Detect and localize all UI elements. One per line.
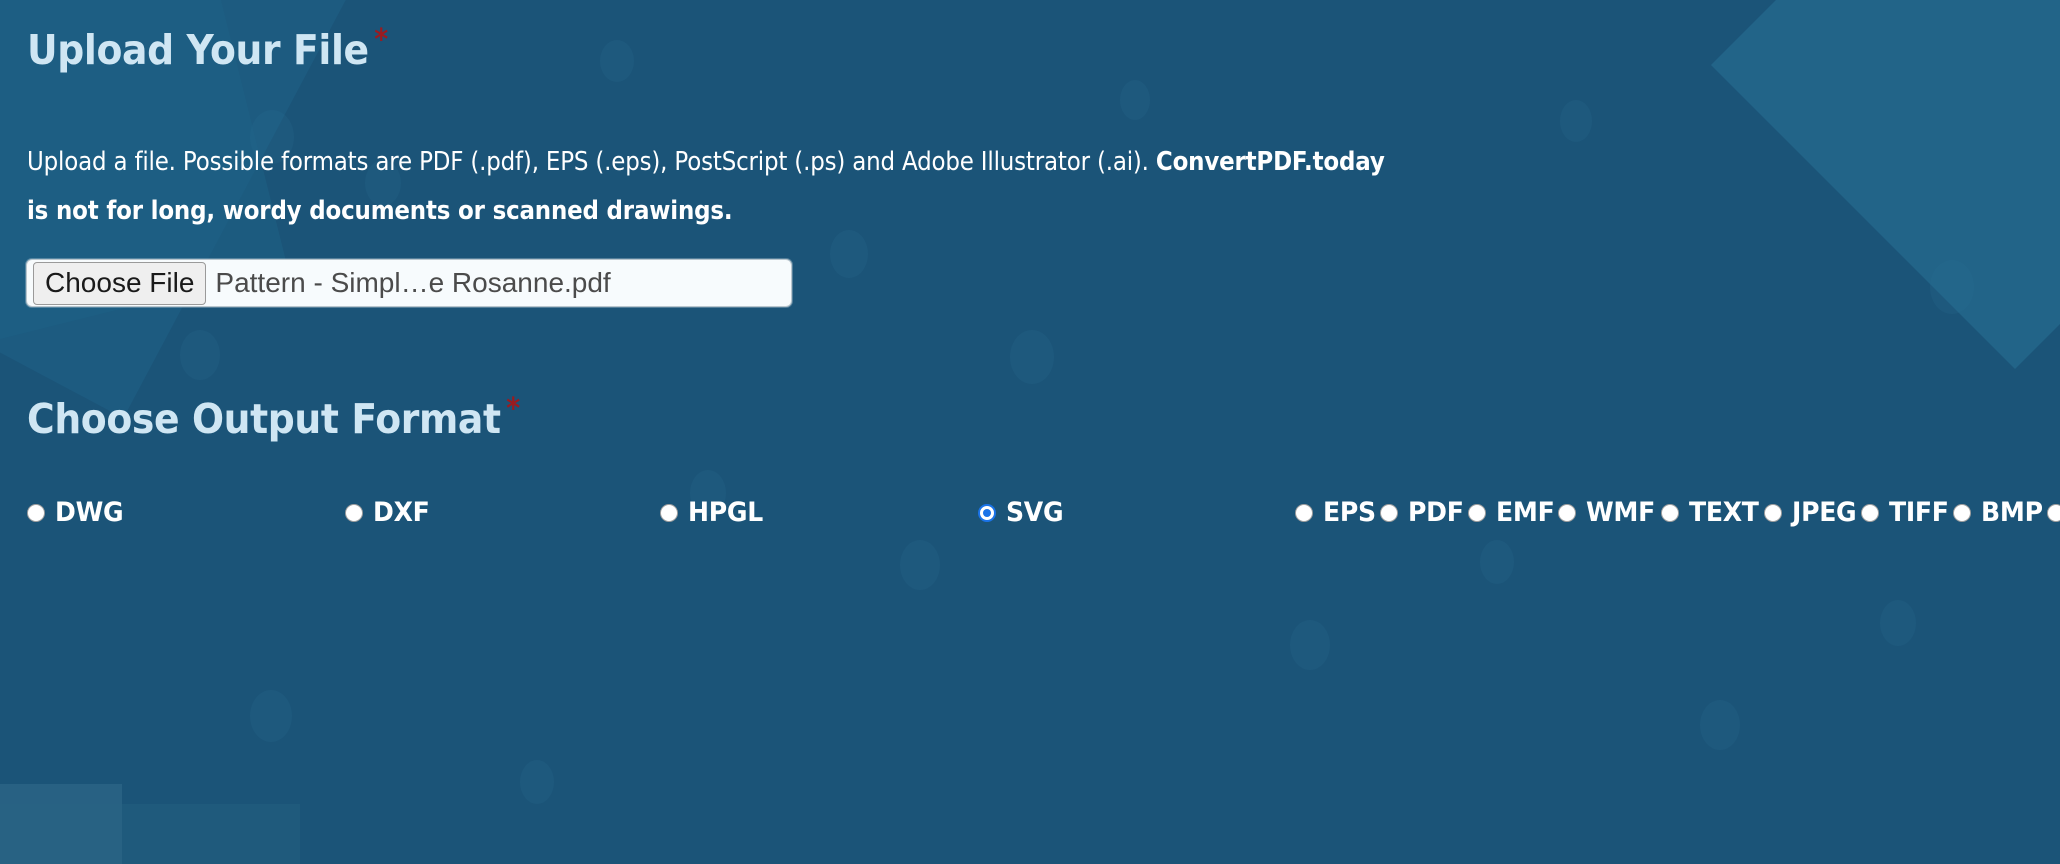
radio-button-icon[interactable] [1295,503,1313,522]
selected-file-name: Pattern - Simpl…e Rosanne.pdf [215,267,611,298]
radio-button-icon[interactable] [1660,503,1679,522]
radio-option-tiff[interactable]: TIFF [1860,488,1953,537]
background-blob [520,760,554,804]
radio-option-label: WMF [1586,497,1656,528]
radio-option-wmf[interactable]: WMF [1558,488,1660,537]
background-blob [830,230,868,278]
upload-section-title: Upload Your File * [27,25,388,71]
radio-button-icon[interactable] [1763,503,1782,522]
radio-button-icon[interactable] [978,503,996,522]
radio-button-icon[interactable] [660,503,678,522]
background-polygon-right [1710,0,2060,370]
background-blob [900,540,940,590]
upload-section-title-text: Upload Your File [27,26,369,74]
radio-option-label: TEXT [1688,497,1759,528]
radio-option-label: HPGL [688,497,763,528]
radio-option-label: BMP [1980,497,2043,528]
radio-option-label: DWG [55,497,124,528]
radio-option-label: DXF [373,497,430,528]
background-blob [600,40,634,82]
radio-option-dwg[interactable]: DWG [27,488,345,537]
radio-option-hpgl[interactable]: HPGL [660,488,978,537]
radio-option-dxf[interactable]: DXF [345,488,660,537]
radio-option-label: TIFF [1888,497,1949,528]
radio-button-icon[interactable] [1952,503,1971,522]
radio-button-icon[interactable] [1379,503,1398,522]
background-polygon-bottom-left [0,784,122,864]
file-upload-input[interactable]: Choose File Pattern - Simpl…e Rosanne.pd… [26,259,792,307]
format-section-title-text: Choose Output Format [27,395,501,443]
radio-button-icon[interactable] [1860,503,1879,522]
radio-button-icon[interactable] [27,503,45,522]
background-blob [1120,80,1150,120]
radio-option-label: SVG [1006,497,1064,528]
radio-option-svg[interactable]: SVG [978,488,1295,537]
radio-option-png[interactable]: PNG [2047,488,2060,537]
upload-description-plain: Upload a file. Possible formats are PDF … [27,147,1156,177]
radio-option-eps[interactable]: EPS [1295,488,1380,537]
background-blob [1930,260,1974,314]
required-asterisk: * [374,22,388,57]
background-blob [180,330,220,380]
output-format-radio-group: DWG DXF HPGL SVG EPS PDF EMF WMF TEXT JPEG TIFF BMP… [27,488,2060,537]
radio-option-emf[interactable]: EMF [1467,488,1559,537]
format-section-title: Choose Output Format * [27,394,520,440]
radio-option-bmp[interactable]: BMP [1952,488,2047,537]
background-blob [1480,540,1514,584]
radio-button-icon[interactable] [345,503,363,522]
required-asterisk: * [506,391,520,426]
radio-button-icon[interactable] [1467,503,1486,522]
radio-option-label: PDF [1407,497,1464,528]
radio-option-label: JPEG [1791,497,1857,528]
background-blob [1290,620,1330,670]
background-blob [1010,330,1054,384]
background-blob [1700,700,1740,750]
radio-option-jpeg[interactable]: JPEG [1763,488,1861,537]
choose-file-button[interactable]: Choose File [33,261,207,305]
radio-option-text[interactable]: TEXT [1660,488,1764,537]
radio-option-pdf[interactable]: PDF [1379,488,1468,537]
radio-button-icon[interactable] [2047,503,2060,522]
background-blob [1560,100,1592,142]
background-blob [1880,600,1916,646]
radio-option-label: EPS [1323,497,1376,528]
background-blob [250,690,292,742]
radio-button-icon[interactable] [1558,503,1577,522]
upload-description: Upload a file. Possible formats are PDF … [27,138,1386,236]
radio-option-label: EMF [1495,497,1555,528]
